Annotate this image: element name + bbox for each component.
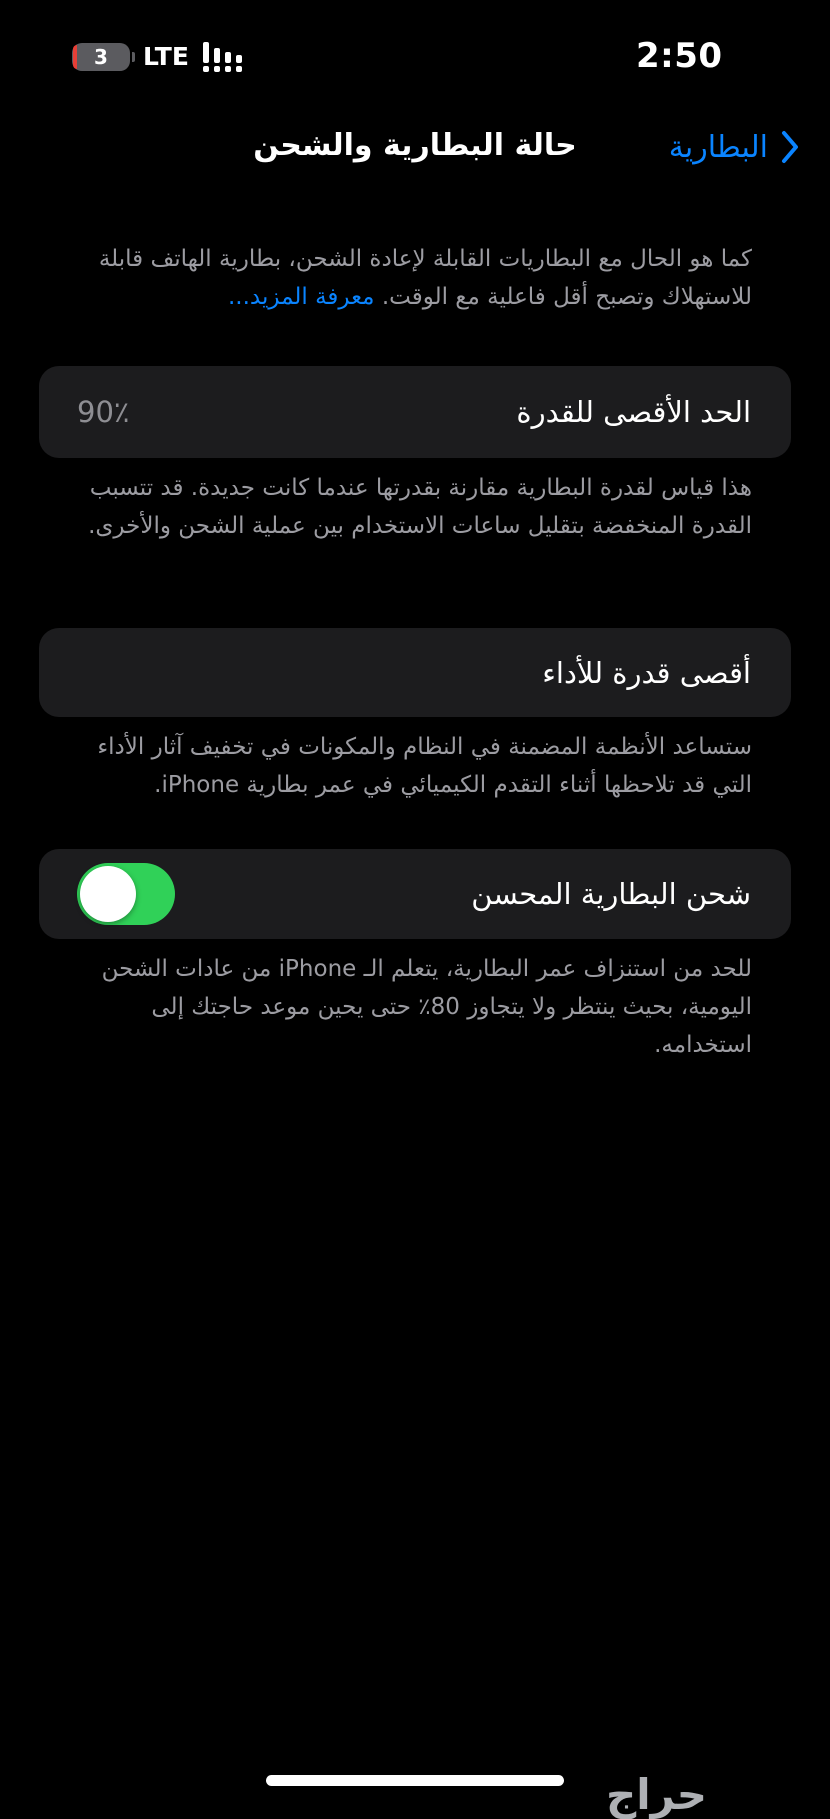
max-capacity-label: الحد الأقصى للقدرة bbox=[516, 395, 751, 429]
optimized-charging-row: شحن البطارية المحسن bbox=[39, 849, 791, 939]
peak-performance-description: ستساعد الأنظمة المضمنة في النظام والمكون… bbox=[97, 734, 752, 798]
optimized-charging-toggle[interactable] bbox=[77, 863, 175, 925]
navigation-bar: حالة البطارية والشحن البطارية bbox=[0, 112, 830, 182]
peak-performance-label: أقصى قدرة للأداء bbox=[542, 655, 751, 690]
back-button[interactable]: البطارية bbox=[669, 124, 802, 170]
max-capacity-description: هذا قياس لقدرة البطارية مقارنة بقدرتها ع… bbox=[88, 475, 752, 539]
battery-icon: 3 bbox=[72, 43, 135, 71]
network-type: LTE bbox=[143, 42, 189, 71]
optimized-charging-label: شحن البطارية المحسن bbox=[471, 877, 751, 911]
back-label: البطارية bbox=[668, 129, 768, 165]
intro-description: كما هو الحال مع البطاريات القابلة لإعادة… bbox=[98, 246, 752, 310]
battery-level: 3 bbox=[94, 45, 108, 69]
status-time: 2:50 bbox=[636, 36, 723, 76]
chevron-right-icon bbox=[782, 131, 798, 163]
max-capacity-value: 90٪ bbox=[77, 395, 130, 429]
status-bar: 3 LTE 2:50 bbox=[0, 0, 830, 112]
page-title: حالة البطارية والشحن bbox=[253, 128, 577, 163]
signal-icon bbox=[203, 42, 242, 72]
toggle-knob bbox=[80, 866, 136, 922]
intro-text: كما هو الحال مع البطاريات القابلة لإعادة… bbox=[62, 240, 752, 316]
peak-performance-row: أقصى قدرة للأداء bbox=[39, 628, 791, 717]
max-capacity-row: الحد الأقصى للقدرة 90٪ bbox=[39, 366, 791, 458]
home-indicator bbox=[266, 1775, 564, 1786]
optimized-charging-description: للحد من استنزاف عمر البطارية، يتعلم الـ … bbox=[101, 956, 752, 1058]
learn-more-link[interactable]: معرفة المزيد... bbox=[228, 284, 375, 310]
watermark-logo: حراج bbox=[606, 1770, 708, 1819]
